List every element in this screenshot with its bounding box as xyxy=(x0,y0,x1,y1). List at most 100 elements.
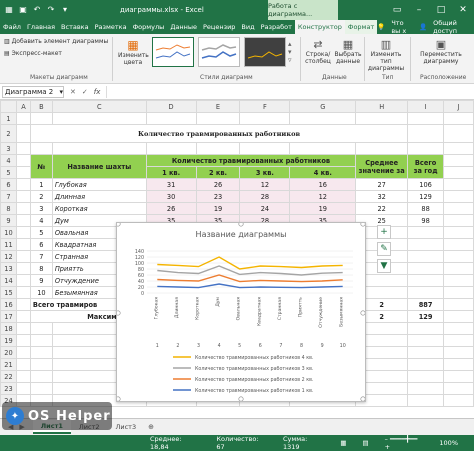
cell-number[interactable]: 3 xyxy=(29,202,53,215)
cell-total[interactable]: 106 xyxy=(407,178,445,191)
header-q1[interactable]: 1 кв. xyxy=(145,166,197,179)
cell-average[interactable]: 32 xyxy=(355,190,409,203)
column-header-b[interactable]: B xyxy=(29,100,53,113)
cell-average[interactable]: 22 xyxy=(355,202,409,215)
cell-total[interactable]: 88 xyxy=(407,202,445,215)
enter-icon[interactable]: ✓ xyxy=(82,88,88,96)
cell-total[interactable]: 129 xyxy=(407,190,445,203)
cell-q3[interactable]: 28 xyxy=(239,190,291,203)
cell-q2[interactable]: 19 xyxy=(195,202,241,215)
row-number[interactable]: 22 xyxy=(0,370,17,383)
header-mine-name[interactable]: Название шахты xyxy=(51,154,147,179)
tab-design[interactable]: Конструктор xyxy=(294,20,345,34)
row-number[interactable]: 19 xyxy=(0,334,17,347)
cell-number[interactable]: 9 xyxy=(29,274,53,287)
cell-q1[interactable]: 26 xyxy=(145,202,197,215)
row-number[interactable]: 8 xyxy=(0,202,17,215)
header-injured-group[interactable]: Количество травмированных работников xyxy=(145,154,357,167)
cell-number[interactable]: 8 xyxy=(29,262,53,275)
redo-icon[interactable]: ↷ xyxy=(46,5,56,15)
close-icon[interactable]: ✕ xyxy=(452,0,474,20)
row-number[interactable]: 21 xyxy=(0,358,17,371)
cell-q1[interactable]: 30 xyxy=(145,190,197,203)
row-number[interactable]: 10 xyxy=(0,226,17,239)
cell-total-value[interactable]: 887 xyxy=(407,298,445,311)
tab-format[interactable]: Формат xyxy=(344,20,378,34)
cell-q4[interactable]: 19 xyxy=(289,202,357,215)
save-icon[interactable]: ▣ xyxy=(18,5,28,15)
cell-number[interactable]: 7 xyxy=(29,250,53,263)
cell-number[interactable]: 2 xyxy=(29,190,53,203)
header-average[interactable]: Среднее значение за xyxy=(355,154,409,179)
header-total-year[interactable]: Всего за год xyxy=(407,154,445,179)
minimize-icon[interactable]: – xyxy=(408,0,430,20)
header-number[interactable]: № xyxy=(29,154,53,179)
plus-icon[interactable]: + xyxy=(377,225,391,239)
brush-icon[interactable]: ✎ xyxy=(377,242,391,256)
cell-q1[interactable]: 31 xyxy=(145,178,197,191)
row-number[interactable]: 4 xyxy=(0,154,17,167)
column-header-d[interactable]: D xyxy=(145,100,197,113)
column-header-a[interactable]: A xyxy=(15,100,31,113)
cell-number[interactable]: 1 xyxy=(29,178,53,191)
cell-q4[interactable]: 16 xyxy=(289,178,357,191)
row-number[interactable]: 20 xyxy=(0,346,17,359)
column-header-f[interactable]: F xyxy=(239,100,291,113)
ribbon-options-icon[interactable]: ▭ xyxy=(386,0,408,20)
cell-q2[interactable]: 26 xyxy=(195,178,241,191)
filter-icon[interactable]: ▼ xyxy=(377,259,391,273)
sheet-tab-3[interactable]: Лист3 xyxy=(108,421,145,433)
qa-dropdown-icon[interactable]: ▾ xyxy=(60,5,70,15)
select-data-button[interactable]: ▦ Выбрать данные xyxy=(334,38,362,65)
cell-mine-name[interactable]: Короткая xyxy=(51,202,147,215)
tell-me-input[interactable]: Что вы х xyxy=(391,19,413,35)
row-number[interactable]: 5 xyxy=(0,166,17,179)
header-q3[interactable]: 3 кв. xyxy=(239,166,291,179)
tab-formulas[interactable]: Формулы xyxy=(130,20,168,34)
zoom-slider[interactable]: – ━━━━╋━━ + xyxy=(385,435,424,451)
row-number[interactable]: 3 xyxy=(0,142,17,155)
tab-file[interactable]: Файл xyxy=(0,20,24,34)
row-number[interactable]: 17 xyxy=(0,310,17,323)
chart-style-2[interactable] xyxy=(198,37,240,67)
cell-average[interactable]: 27 xyxy=(355,178,409,191)
row-number[interactable]: 23 xyxy=(0,382,17,395)
column-header-g[interactable]: G xyxy=(289,100,357,113)
row-number[interactable]: 9 xyxy=(0,214,17,227)
change-colors-button[interactable]: ▦ Изменить цвета xyxy=(118,38,149,66)
share-icon[interactable]: 👤 xyxy=(419,23,427,31)
chart-style-1[interactable] xyxy=(152,37,194,67)
row-number[interactable]: 14 xyxy=(0,274,17,287)
fx-icon[interactable]: fx xyxy=(94,88,101,96)
change-chart-type-button[interactable]: ▥ Изменить тип диаграммы xyxy=(366,38,406,72)
header-q2[interactable]: 2 кв. xyxy=(195,166,241,179)
name-box[interactable]: Диаграмма 2 ▾ xyxy=(2,85,64,98)
row-number[interactable]: 2 xyxy=(0,124,17,143)
tell-me-icon[interactable]: 💡 xyxy=(377,23,385,31)
add-element-button[interactable]: ▥ Добавить элемент диаграммы xyxy=(4,38,108,45)
cell-number[interactable]: 4 xyxy=(29,214,53,227)
express-layout-button[interactable]: ▤ Экспресс-макет xyxy=(4,50,62,57)
column-header-e[interactable]: E xyxy=(195,100,241,113)
maximize-icon[interactable]: □ xyxy=(430,0,452,20)
column-header-c[interactable]: C xyxy=(51,100,147,113)
row-number[interactable]: 15 xyxy=(0,286,17,299)
row-number[interactable]: 18 xyxy=(0,322,17,335)
row-number[interactable]: 12 xyxy=(0,250,17,263)
undo-icon[interactable]: ↶ xyxy=(32,5,42,15)
tab-home[interactable]: Главная xyxy=(24,20,58,34)
move-chart-button[interactable]: ▣ Переместить диаграмму xyxy=(412,38,470,65)
row-number[interactable]: 11 xyxy=(0,238,17,251)
tab-developer[interactable]: Разработ xyxy=(258,20,295,34)
column-header-j[interactable]: J xyxy=(443,100,474,113)
cell-number[interactable]: 5 xyxy=(29,226,53,239)
chart-style-3[interactable] xyxy=(244,37,286,67)
cell-max-value[interactable]: 129 xyxy=(407,310,445,323)
cell-total[interactable]: 98 xyxy=(407,214,445,227)
cell-q4[interactable]: 12 xyxy=(289,190,357,203)
view-layout-icon[interactable]: ▤ xyxy=(363,439,369,447)
tab-data[interactable]: Данные xyxy=(167,20,200,34)
row-number[interactable]: 6 xyxy=(0,178,17,191)
formula-input[interactable] xyxy=(106,85,474,98)
cell-mine-name[interactable]: Длинная xyxy=(51,190,147,203)
